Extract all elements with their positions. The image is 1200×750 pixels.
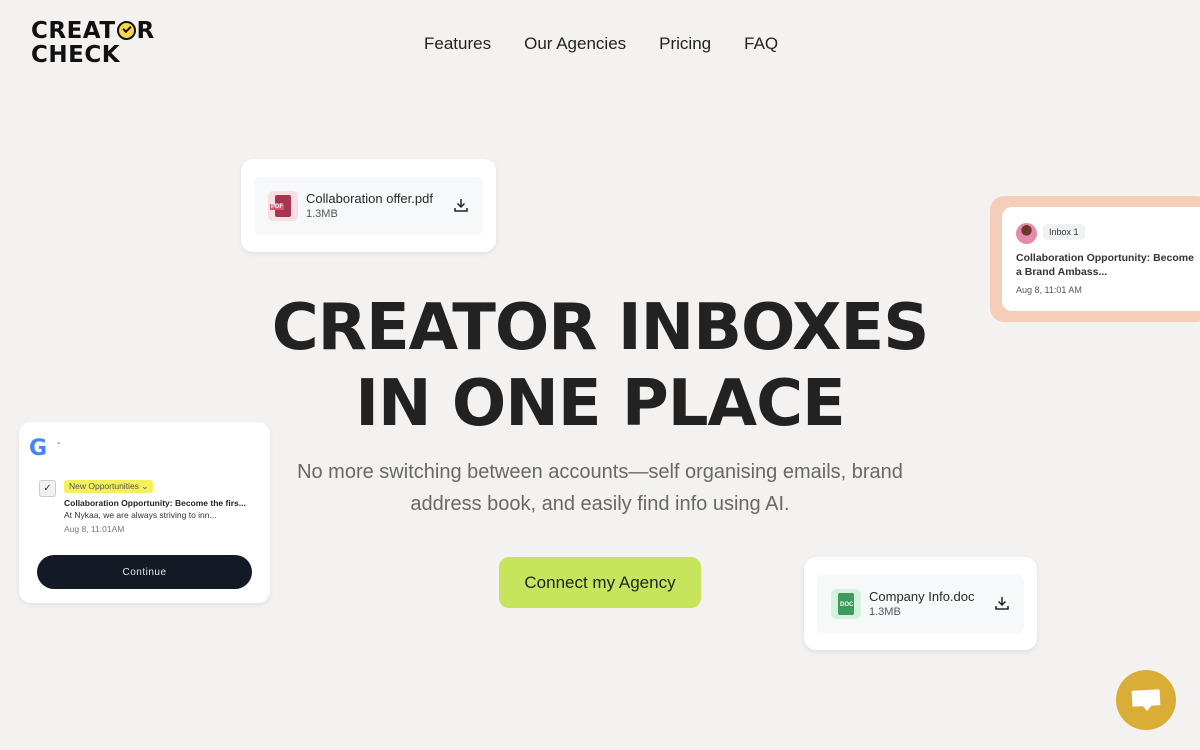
email-date: Aug 8, 11:01AM [64,524,125,534]
logo[interactable]: CREAT R CHECK [31,19,155,67]
nav-our-agencies[interactable]: Our Agencies [524,34,626,54]
gmail-card: G - ✓ New Opportunities ⌄ Collaboration … [19,422,270,603]
file-card-pdf: PDF Collaboration offer.pdf 1.3MB [241,159,496,252]
pdf-file-icon: PDF [268,191,298,221]
file-size: 1.3MB [306,208,338,220]
logo-text: R [136,18,155,44]
nav-faq[interactable]: FAQ [744,34,778,54]
continue-button[interactable]: Continue [37,555,252,589]
download-icon[interactable] [994,595,1010,611]
email-preview: At Nykaa, we are always striving to inn.… [64,510,217,520]
google-icon: G [29,436,48,461]
file-attachment[interactable]: DOC Company Info.doc 1.3MB [817,575,1024,633]
main-nav: Features Our Agencies Pricing FAQ [424,34,811,54]
hero-title: CREATOR INBOXES IN ONE PLACE [271,291,930,441]
nav-pricing[interactable]: Pricing [659,34,711,54]
check-circle-icon [116,21,136,40]
hero-subtitle: No more switching between accounts—self … [297,461,903,515]
file-attachment[interactable]: PDF Collaboration offer.pdf 1.3MB [254,177,483,235]
file-name: Collaboration offer.pdf [306,191,433,206]
logo-text: CHECK [31,42,121,68]
inbox-badge: Inbox 1 [1043,224,1085,240]
account-name: - [57,438,61,449]
email-subject: Collaboration Opportunity: Become the fi… [64,498,246,508]
chat-button[interactable] [1116,670,1176,730]
nav-features[interactable]: Features [424,34,491,54]
file-name: Company Info.doc [869,589,975,604]
connect-agency-button[interactable]: Connect my Agency [499,557,701,608]
label-dropdown[interactable]: New Opportunities ⌄ [64,480,154,493]
file-card-doc: DOC Company Info.doc 1.3MB [804,557,1037,650]
checkbox[interactable]: ✓ [39,480,56,497]
doc-file-icon: DOC [831,589,861,619]
logo-text: CREAT [31,18,116,44]
avatar [1016,223,1037,244]
email-subject: Collaboration Opportunity: Become a Bran… [1016,252,1194,278]
file-size: 1.3MB [869,606,901,618]
download-icon[interactable] [453,197,469,213]
